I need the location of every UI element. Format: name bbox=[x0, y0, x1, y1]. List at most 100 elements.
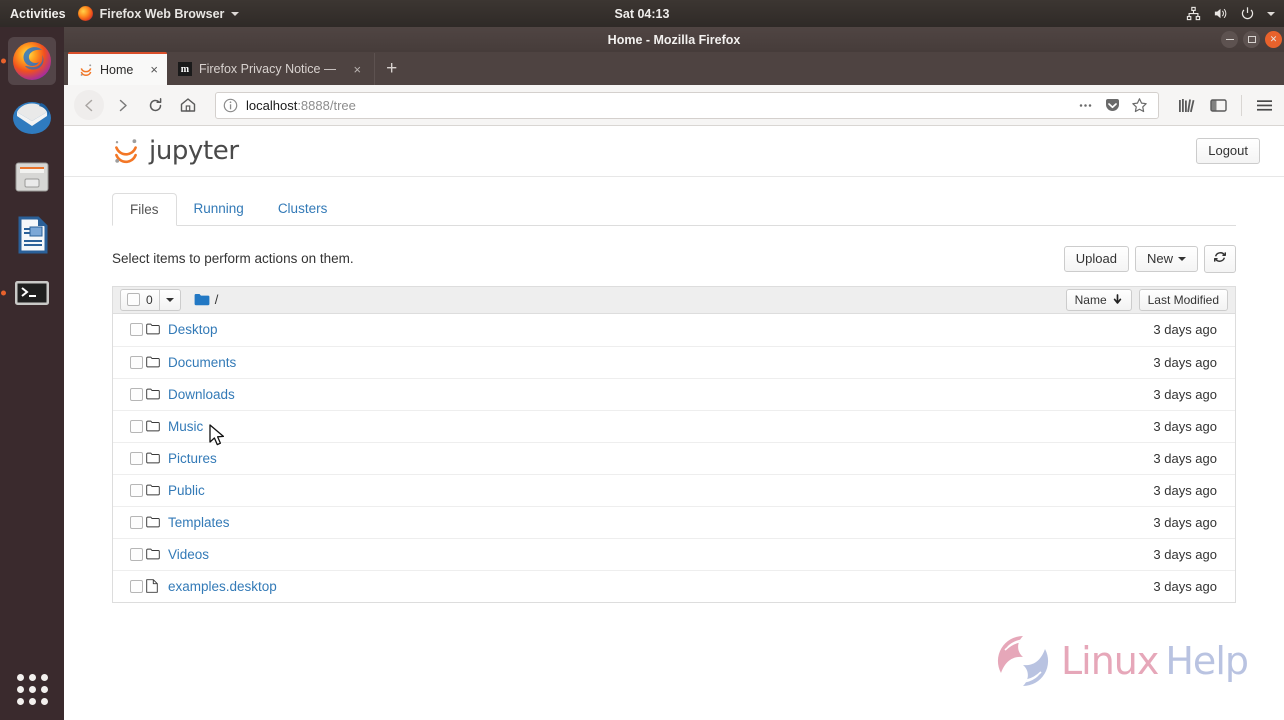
close-button[interactable]: ✕ bbox=[1265, 31, 1282, 48]
chevron-down-icon[interactable] bbox=[1267, 11, 1275, 16]
library-icon[interactable] bbox=[1177, 96, 1196, 115]
new-button[interactable]: New bbox=[1134, 245, 1198, 273]
files-icon bbox=[15, 162, 49, 192]
table-row[interactable]: Videos 3 days ago bbox=[113, 537, 1235, 570]
forward-button[interactable] bbox=[107, 90, 137, 120]
window-controls: ✕ bbox=[1221, 27, 1284, 52]
row-checkbox[interactable] bbox=[130, 419, 143, 433]
caret-down-icon bbox=[1178, 257, 1186, 262]
chevron-down-icon bbox=[231, 11, 240, 16]
tab-close-button[interactable]: × bbox=[343, 62, 361, 77]
url-bar-icons bbox=[1077, 97, 1151, 114]
jupyter-logo[interactable]: jupyter bbox=[112, 136, 239, 166]
select-all-checkbox[interactable] bbox=[127, 293, 140, 307]
ellipsis-icon[interactable] bbox=[1077, 97, 1094, 114]
file-name-link[interactable]: examples.desktop bbox=[168, 579, 277, 594]
back-button[interactable] bbox=[74, 90, 104, 120]
row-icon-cell bbox=[146, 484, 168, 497]
row-icon-cell bbox=[146, 323, 168, 336]
sort-by-name-button[interactable]: Name bbox=[1065, 288, 1132, 311]
row-icon-cell bbox=[146, 388, 168, 401]
url-text[interactable]: localhost:8888/tree bbox=[246, 98, 1069, 113]
running-indicator bbox=[1, 290, 6, 296]
new-tab-button[interactable]: + bbox=[374, 53, 408, 85]
gnome-top-bar: Activities Firefox Web Browser Sat 04:13 bbox=[0, 0, 1284, 27]
pocket-icon[interactable] bbox=[1104, 97, 1121, 114]
file-name-link[interactable]: Pictures bbox=[168, 451, 217, 466]
info-circle-icon[interactable] bbox=[223, 98, 238, 113]
tab-clusters[interactable]: Clusters bbox=[261, 193, 345, 226]
jupyter-brand-text: jupyter bbox=[149, 136, 239, 166]
home-button[interactable] bbox=[173, 90, 203, 120]
grid-dot bbox=[17, 674, 24, 681]
select-dropdown-button[interactable] bbox=[159, 288, 181, 311]
minimize-button[interactable] bbox=[1221, 31, 1238, 48]
activities-button[interactable]: Activities bbox=[0, 7, 78, 21]
file-name-link[interactable]: Documents bbox=[168, 355, 236, 370]
folder-icon bbox=[146, 516, 160, 528]
dock-item-files[interactable] bbox=[8, 153, 56, 201]
star-icon[interactable] bbox=[1131, 97, 1148, 114]
table-row[interactable]: Desktop 3 days ago bbox=[113, 314, 1235, 346]
table-row[interactable]: examples.desktop 3 days ago bbox=[113, 569, 1235, 602]
row-checkbox[interactable] bbox=[130, 579, 143, 593]
row-checkbox-cell bbox=[120, 515, 146, 529]
select-controls: 0 / bbox=[120, 288, 219, 311]
file-modified: 3 days ago bbox=[1153, 322, 1217, 338]
file-name-link[interactable]: Templates bbox=[168, 515, 230, 530]
dock-item-firefox[interactable] bbox=[1, 37, 56, 85]
thunderbird-icon bbox=[13, 102, 51, 134]
file-name-link[interactable]: Videos bbox=[168, 547, 209, 562]
table-row[interactable]: Templates 3 days ago bbox=[113, 505, 1235, 538]
row-checkbox[interactable] bbox=[130, 387, 143, 401]
refresh-button[interactable] bbox=[1204, 245, 1236, 273]
upload-button[interactable]: Upload bbox=[1063, 245, 1129, 273]
row-checkbox[interactable] bbox=[130, 515, 143, 529]
row-checkbox[interactable] bbox=[130, 451, 143, 465]
table-row[interactable]: Pictures 3 days ago bbox=[113, 441, 1235, 474]
terminal-icon bbox=[15, 281, 49, 305]
power-icon[interactable] bbox=[1240, 6, 1255, 21]
file-name-link[interactable]: Public bbox=[168, 483, 205, 498]
url-bar[interactable]: localhost:8888/tree bbox=[215, 91, 1159, 119]
folder-icon bbox=[146, 388, 160, 400]
show-applications-button[interactable] bbox=[9, 666, 55, 712]
tab-running[interactable]: Running bbox=[177, 193, 261, 226]
window-title-bar: Home - Mozilla Firefox ✕ bbox=[64, 27, 1284, 52]
table-row[interactable]: Documents 3 days ago bbox=[113, 345, 1235, 378]
sort-by-modified-button[interactable]: Last Modified bbox=[1138, 288, 1228, 311]
app-menu-firefox[interactable]: Firefox Web Browser bbox=[77, 6, 240, 21]
file-name-link[interactable]: Music bbox=[168, 419, 203, 434]
select-all-checkbox-button[interactable]: 0 bbox=[120, 288, 160, 311]
watermark-text-primary: Linux bbox=[1060, 639, 1159, 683]
row-checkbox[interactable] bbox=[130, 355, 143, 369]
dock-item-libreoffice-writer[interactable] bbox=[8, 211, 56, 259]
sidebar-icon[interactable] bbox=[1209, 96, 1228, 115]
logout-button[interactable]: Logout bbox=[1196, 137, 1260, 165]
network-icon[interactable] bbox=[1186, 6, 1201, 21]
tab-close-button[interactable]: × bbox=[140, 62, 158, 77]
maximize-button[interactable] bbox=[1243, 31, 1260, 48]
row-checkbox[interactable] bbox=[130, 547, 143, 561]
file-name-link[interactable]: Desktop bbox=[168, 322, 218, 337]
file-name-link[interactable]: Downloads bbox=[168, 387, 235, 402]
table-row[interactable]: Music 3 days ago bbox=[113, 409, 1235, 442]
tab-files[interactable]: Files bbox=[112, 193, 177, 226]
reload-button[interactable] bbox=[140, 90, 170, 120]
libreoffice-writer-icon bbox=[18, 216, 48, 254]
row-checkbox[interactable] bbox=[130, 483, 143, 497]
volume-icon[interactable] bbox=[1213, 6, 1228, 21]
table-row[interactable]: Public 3 days ago bbox=[113, 473, 1235, 506]
row-icon-cell bbox=[146, 548, 168, 561]
row-checkbox[interactable] bbox=[130, 323, 143, 337]
dock-item-thunderbird[interactable] bbox=[8, 95, 56, 143]
row-icon-cell bbox=[146, 452, 168, 465]
dock-item-terminal[interactable] bbox=[1, 269, 56, 317]
grid-dot bbox=[41, 698, 48, 705]
tab-firefox-privacy-notice[interactable]: m Firefox Privacy Notice — × bbox=[167, 53, 370, 85]
hamburger-menu-icon[interactable] bbox=[1255, 96, 1274, 115]
table-row[interactable]: Downloads 3 days ago bbox=[113, 377, 1235, 410]
breadcrumb-root[interactable]: / bbox=[215, 292, 219, 307]
watermark-text-secondary: Help bbox=[1165, 639, 1249, 683]
tab-home[interactable]: Home × bbox=[68, 52, 167, 85]
